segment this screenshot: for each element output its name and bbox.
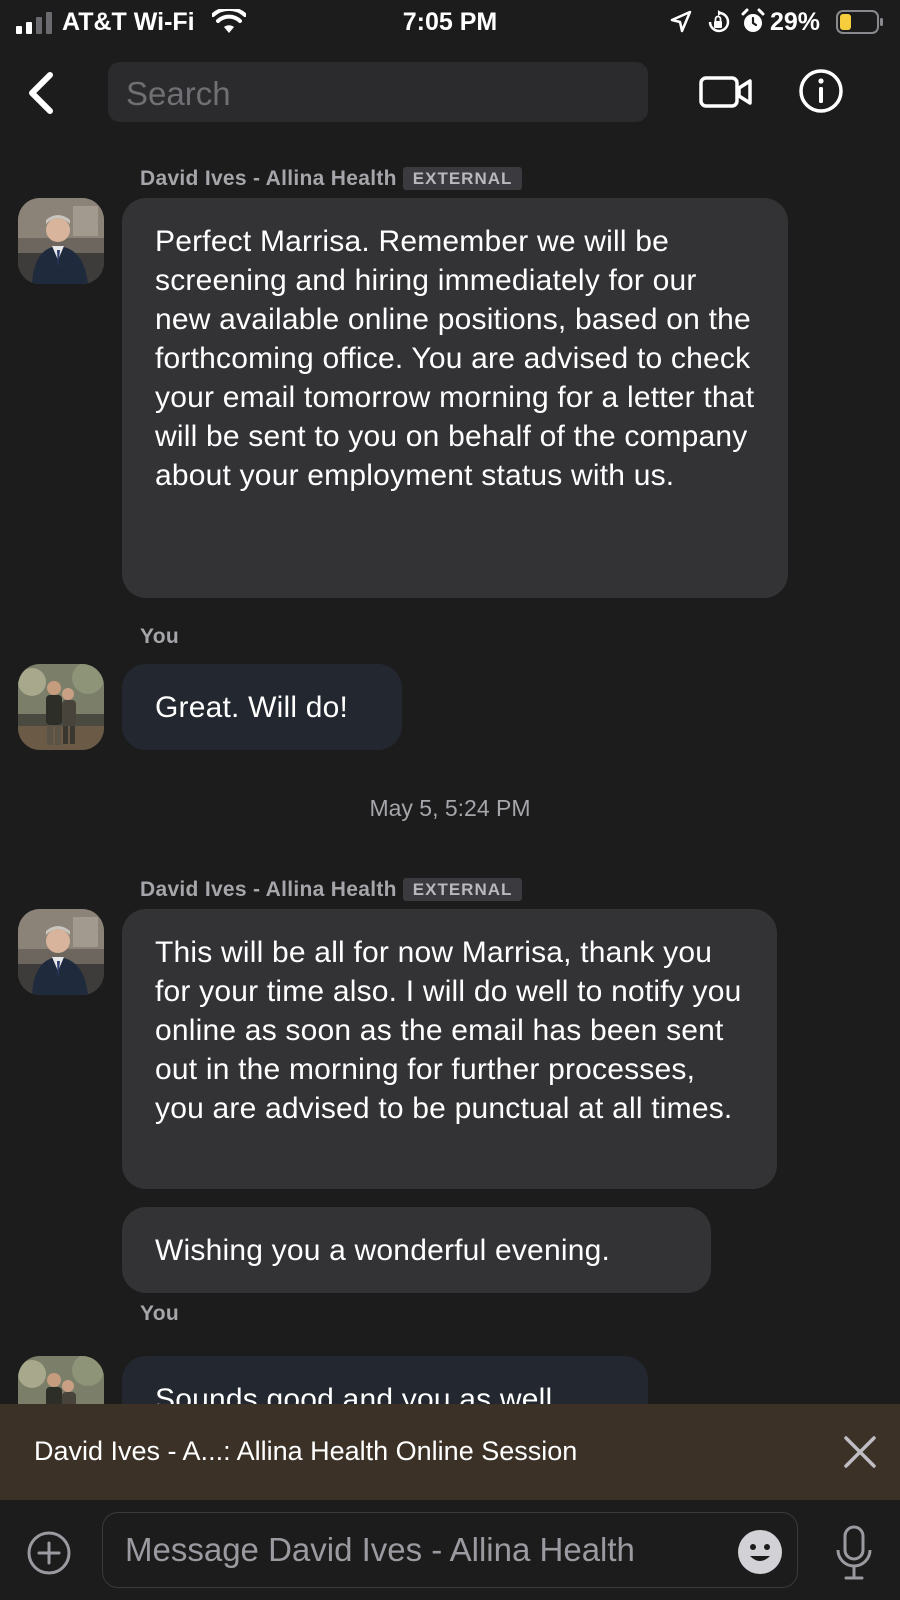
- message-input[interactable]: Message David Ives - Allina Health: [102, 1512, 798, 1588]
- avatar[interactable]: [18, 198, 104, 284]
- avatar[interactable]: [18, 909, 104, 995]
- message-bubble[interactable]: Wishing you a wonderful evening.: [122, 1207, 711, 1293]
- avatar[interactable]: [18, 664, 104, 750]
- sender-name: David Ives - Allina Health EXTERNAL: [140, 167, 523, 191]
- avatar-photo-icon: [18, 1356, 104, 1405]
- sender-name: You: [140, 1302, 179, 1326]
- back-arrow-icon[interactable]: [22, 70, 62, 116]
- message-composer: Message David Ives - Allina Health: [0, 1500, 900, 1600]
- sender-name: You: [140, 625, 179, 649]
- avatar-photo-icon: [18, 909, 104, 995]
- external-badge: EXTERNAL: [402, 878, 523, 901]
- close-icon[interactable]: [840, 1432, 880, 1472]
- message-list[interactable]: David Ives - Allina Health EXTERNAL Perfe…: [0, 130, 900, 1405]
- location-arrow-icon: [670, 10, 692, 33]
- search-input[interactable]: Search: [108, 62, 648, 122]
- sender-label: David Ives - Allina Health: [140, 167, 397, 190]
- battery-percent: 29%: [770, 8, 821, 36]
- sender-label: You: [140, 1302, 180, 1325]
- microphone-icon[interactable]: [834, 1524, 874, 1582]
- avatar[interactable]: [18, 1356, 104, 1405]
- video-call-icon[interactable]: [698, 70, 754, 114]
- message-bubble[interactable]: Perfect Marrisa. Remember we will be scr…: [122, 198, 788, 598]
- sender-label: You: [140, 625, 180, 648]
- search-placeholder: Search: [126, 75, 231, 112]
- message-bubble[interactable]: Great. Will do!: [122, 664, 402, 750]
- date-separator: May 5, 5:24 PM: [369, 795, 531, 821]
- battery-icon: [836, 10, 883, 34]
- notification-banner[interactable]: David Ives - A...: Allina Health Online …: [0, 1404, 900, 1500]
- message-text: Wishing you a wonderful evening.: [155, 1234, 610, 1267]
- avatar-photo-icon: [18, 664, 104, 750]
- alarm-icon: [741, 8, 765, 32]
- sender-label: David Ives - Allina Health: [140, 878, 397, 901]
- message-placeholder: Message David Ives - Allina Health: [125, 1531, 635, 1568]
- message-bubble[interactable]: This will be all for now Marrisa, thank …: [122, 909, 777, 1189]
- chat-header: Search: [0, 56, 900, 126]
- status-bar: AT&T Wi-Fi 7:05 PM 29%: [0, 0, 900, 46]
- message-text: Great. Will do!: [155, 691, 349, 724]
- banner-text: David Ives - A...: Allina Health Online …: [34, 1436, 578, 1466]
- sender-name: David Ives - Allina Health EXTERNAL: [140, 878, 523, 902]
- rotation-lock-icon: [708, 10, 730, 33]
- message-text: Perfect Marrisa. Remember we will be scr…: [155, 225, 755, 492]
- emoji-icon[interactable]: [736, 1528, 784, 1576]
- info-icon[interactable]: [798, 68, 844, 114]
- add-plus-icon[interactable]: [26, 1530, 72, 1576]
- message-bubble[interactable]: Sounds good and you as well.: [122, 1356, 648, 1405]
- message-text: This will be all for now Marrisa, thank …: [155, 936, 742, 1125]
- avatar-photo-icon: [18, 198, 104, 284]
- message-text: Sounds good and you as well.: [155, 1383, 561, 1405]
- external-badge: EXTERNAL: [402, 167, 523, 190]
